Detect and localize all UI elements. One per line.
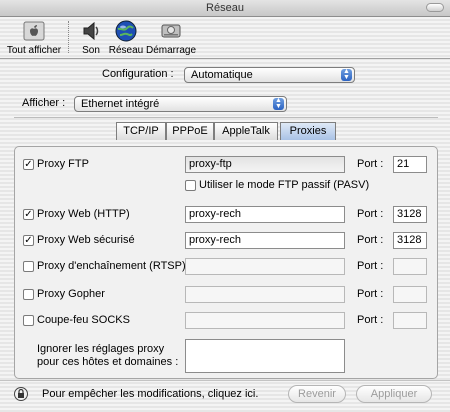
apply-button[interactable]: Appliquer <box>356 385 432 403</box>
rtsp-proxy-label: Proxy d'enchaînement (RTSP) <box>37 260 186 272</box>
show-popup[interactable]: Ethernet intégré ▲ ▼ <box>74 96 287 112</box>
port-label: Port : <box>357 158 384 170</box>
toolbar-label: Son <box>82 45 100 56</box>
http-proxy-checkbox[interactable]: ✓ <box>23 209 34 220</box>
globe-icon <box>115 20 137 42</box>
show-label: Afficher : <box>22 97 66 109</box>
tab-appletalk[interactable]: AppleTalk <box>214 122 278 140</box>
lock-message: Pour empêcher les modifications, cliquez… <box>42 388 259 400</box>
socks-proxy-checkbox[interactable] <box>23 315 34 326</box>
toolbar-label: Tout afficher <box>6 45 62 56</box>
tab-proxies[interactable]: Proxies <box>280 122 336 140</box>
divider <box>14 117 438 118</box>
toolbar-label: Démarrage <box>146 45 197 56</box>
bypass-label-line-2: pour ces hôtes et domaines : <box>37 356 179 368</box>
lock-icon[interactable] <box>14 386 28 402</box>
tab-pppoe[interactable]: PPPoE <box>166 122 214 140</box>
passive-ftp-checkbox[interactable] <box>185 180 196 191</box>
popup-arrows-icon: ▲ ▼ <box>273 97 284 110</box>
port-label: Port : <box>357 288 384 300</box>
tab-tcpip[interactable]: TCP/IP <box>116 122 166 140</box>
toolbar: Tout afficher Son Réseau Démarrage <box>0 17 450 59</box>
http-proxy-port-field[interactable]: 3128 <box>393 206 427 223</box>
bypass-hosts-field[interactable] <box>185 339 345 373</box>
network-button[interactable]: Réseau <box>108 19 144 56</box>
socks-proxy-port-field[interactable] <box>393 312 427 329</box>
passive-ftp-label: Utiliser le mode FTP passif (PASV) <box>199 179 370 191</box>
secure-proxy-label: Proxy Web sécurisé <box>37 234 135 246</box>
gopher-proxy-checkbox[interactable] <box>23 289 34 300</box>
window-title-bar: Réseau <box>0 0 450 17</box>
http-proxy-label: Proxy Web (HTTP) <box>37 208 130 220</box>
hard-drive-icon <box>161 24 181 38</box>
configuration-label: Configuration : <box>102 68 174 80</box>
window-title: Réseau <box>206 2 244 14</box>
popup-arrows-icon: ▲ ▼ <box>341 68 352 81</box>
bypass-label-line-1: Ignorer les réglages proxy <box>37 343 165 355</box>
startup-disk-button[interactable]: Démarrage <box>146 19 196 56</box>
http-proxy-server-field[interactable]: proxy-rech <box>185 206 345 223</box>
sound-button[interactable]: Son <box>74 19 108 56</box>
secure-proxy-checkbox[interactable]: ✓ <box>23 235 34 246</box>
show-all-button[interactable]: Tout afficher <box>4 19 64 56</box>
proxies-group: ✓ Proxy FTP proxy-ftp Port : 21 Utiliser… <box>14 146 438 379</box>
port-label: Port : <box>357 234 384 246</box>
secure-proxy-port-field[interactable]: 3128 <box>393 232 427 249</box>
port-label: Port : <box>357 314 384 326</box>
ftp-proxy-checkbox[interactable]: ✓ <box>23 159 34 170</box>
configuration-value: Automatique <box>191 69 253 81</box>
rtsp-proxy-server-field[interactable] <box>185 258 345 275</box>
apple-logo-icon <box>23 21 45 41</box>
ftp-proxy-label: Proxy FTP <box>37 158 89 170</box>
gopher-proxy-label: Proxy Gopher <box>37 288 105 300</box>
rtsp-proxy-port-field[interactable] <box>393 258 427 275</box>
toolbar-separator <box>68 21 69 53</box>
network-pane: Configuration : Automatique ▲ ▼ Afficher … <box>0 60 450 412</box>
revert-button[interactable]: Revenir <box>288 385 346 403</box>
toolbar-toggle-button[interactable] <box>426 3 444 12</box>
secure-proxy-server-field[interactable]: proxy-rech <box>185 232 345 249</box>
rtsp-proxy-checkbox[interactable] <box>23 261 34 272</box>
ftp-proxy-port-field[interactable]: 21 <box>393 156 427 173</box>
socks-proxy-server-field[interactable] <box>185 312 345 329</box>
ftp-proxy-server-field[interactable]: proxy-ftp <box>185 156 345 173</box>
port-label: Port : <box>357 208 384 220</box>
show-value: Ethernet intégré <box>81 98 160 110</box>
speaker-icon <box>83 21 99 41</box>
footer-divider <box>0 380 450 381</box>
toolbar-label: Réseau <box>108 45 144 56</box>
gopher-proxy-port-field[interactable] <box>393 286 427 303</box>
configuration-popup[interactable]: Automatique ▲ ▼ <box>184 67 355 83</box>
socks-proxy-label: Coupe-feu SOCKS <box>37 314 130 326</box>
gopher-proxy-server-field[interactable] <box>185 286 345 303</box>
port-label: Port : <box>357 260 384 272</box>
